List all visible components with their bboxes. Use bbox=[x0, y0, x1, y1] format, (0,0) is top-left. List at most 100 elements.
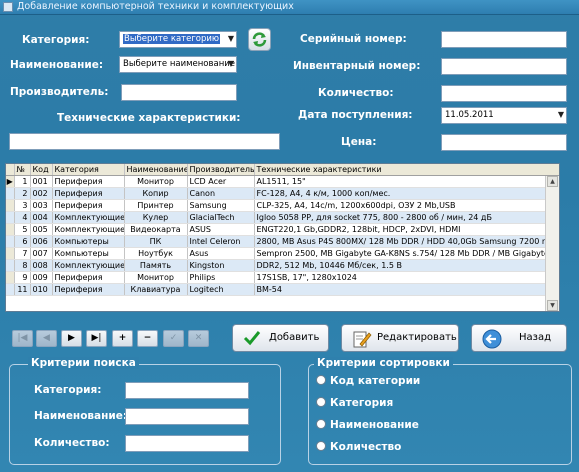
sort-option-category-code[interactable]: Код категории bbox=[316, 375, 420, 387]
table-cell[interactable]: Kingston bbox=[187, 259, 255, 272]
table-cell[interactable]: 009 bbox=[30, 271, 53, 284]
table-cell[interactable]: LCD Acer bbox=[187, 175, 255, 188]
nav-cancel-button[interactable]: ✕ bbox=[188, 330, 209, 347]
table-row[interactable]: 3 003 Периферия Принтер Samsung CLP-325,… bbox=[6, 199, 559, 212]
table-cell[interactable]: DDR2, 512 Mb, 10446 Мб/сек, 1.5 В bbox=[254, 259, 559, 272]
table-cell[interactable]: Кулер bbox=[124, 211, 188, 224]
table-cell[interactable]: Комплектующие bbox=[52, 259, 125, 272]
table-cell[interactable]: 004 bbox=[30, 211, 53, 224]
table-row[interactable]: 8 008 Комплектующие Память Kingston DDR2… bbox=[6, 259, 559, 272]
quantity-input[interactable] bbox=[441, 85, 567, 102]
table-cell[interactable]: 11 bbox=[14, 283, 31, 296]
nav-delete-button[interactable]: − bbox=[137, 330, 158, 347]
table-cell[interactable]: Периферия bbox=[52, 271, 125, 284]
table-cell[interactable]: 005 bbox=[30, 223, 53, 236]
table-cell[interactable]: 008 bbox=[30, 259, 53, 272]
equipment-grid[interactable]: № Код Категория Наименование Производите… bbox=[5, 163, 560, 312]
table-cell[interactable]: GlacialTech bbox=[187, 211, 255, 224]
table-cell[interactable]: CLP-325, A4, 14c/m, 1200x600dpi, ОЗУ 2 M… bbox=[254, 199, 559, 212]
table-cell[interactable]: Igloo 5058 PP, для socket 775, 800 - 280… bbox=[254, 211, 559, 224]
chevron-down-icon[interactable]: ▼ bbox=[228, 59, 234, 68]
table-cell[interactable]: Периферия bbox=[52, 199, 125, 212]
table-cell[interactable]: Память bbox=[124, 259, 188, 272]
table-row[interactable]: 2 002 Периферия Копир Canon FC-128, A4, … bbox=[6, 187, 559, 200]
edit-button[interactable]: Редактировать bbox=[341, 324, 459, 352]
table-cell[interactable]: Монитор bbox=[124, 271, 188, 284]
scroll-down-icon[interactable]: ▼ bbox=[547, 300, 558, 311]
table-cell[interactable]: Philips bbox=[187, 271, 255, 284]
table-cell[interactable]: Ноутбук bbox=[124, 247, 188, 260]
sort-option-quantity[interactable]: Количество bbox=[316, 441, 401, 453]
nav-prior-button[interactable]: ◀ bbox=[36, 330, 57, 347]
table-cell[interactable]: Logitech bbox=[187, 283, 255, 296]
table-cell[interactable]: 001 bbox=[30, 175, 53, 188]
name-combo[interactable]: Выберите наименование ▼ bbox=[119, 56, 237, 73]
table-cell[interactable]: Компьютеры bbox=[52, 235, 125, 248]
category-combo[interactable]: Выберите категорию ▼ bbox=[119, 31, 237, 48]
table-cell[interactable]: Компьютеры bbox=[52, 247, 125, 260]
table-cell[interactable]: AL1511, 15" bbox=[254, 175, 559, 188]
inventory-input[interactable] bbox=[441, 58, 567, 75]
column-header[interactable]: Наименование bbox=[124, 164, 188, 176]
radio-icon[interactable] bbox=[316, 397, 326, 407]
table-cell[interactable]: Периферия bbox=[52, 175, 125, 188]
nav-last-button[interactable]: ▶| bbox=[86, 330, 107, 347]
scroll-up-icon[interactable]: ▲ bbox=[547, 176, 558, 187]
table-cell[interactable]: Видеокарта bbox=[124, 223, 188, 236]
nav-first-button[interactable]: |◀ bbox=[12, 330, 33, 347]
refresh-button[interactable] bbox=[248, 28, 271, 51]
radio-icon[interactable] bbox=[316, 375, 326, 385]
table-cell[interactable]: Asus bbox=[187, 247, 255, 260]
table-cell[interactable]: Периферия bbox=[52, 283, 125, 296]
table-cell[interactable]: 6 bbox=[14, 235, 31, 248]
table-cell[interactable]: 007 bbox=[30, 247, 53, 260]
chevron-down-icon[interactable]: ▼ bbox=[228, 34, 234, 43]
chevron-down-icon[interactable]: ▼ bbox=[558, 110, 564, 119]
table-cell[interactable]: 5 bbox=[14, 223, 31, 236]
table-row[interactable]: 6 006 Компьютеры ПК Intel Celeron 2800, … bbox=[6, 235, 559, 248]
table-row[interactable]: 11 010 Периферия Клавиатура Logitech BM-… bbox=[6, 283, 559, 296]
table-row[interactable]: 7 007 Компьютеры Ноутбук Asus Sempron 25… bbox=[6, 247, 559, 260]
table-row[interactable]: 9 009 Периферия Монитор Philips 17S1SB, … bbox=[6, 271, 559, 284]
date-picker[interactable]: 11.05.2011 ▼ bbox=[441, 107, 567, 124]
table-cell[interactable]: BM-54 bbox=[254, 283, 559, 296]
price-input[interactable] bbox=[441, 134, 567, 151]
nav-post-button[interactable]: ✓ bbox=[163, 330, 184, 347]
add-button[interactable]: Добавить bbox=[232, 324, 329, 352]
table-cell[interactable]: 2 bbox=[14, 187, 31, 200]
nav-next-button[interactable]: ▶ bbox=[61, 330, 82, 347]
table-cell[interactable]: Комплектующие bbox=[52, 211, 125, 224]
sort-option-name[interactable]: Наименование bbox=[316, 419, 419, 431]
table-cell[interactable]: 2800, MB Asus P4S 800MX/ 128 Mb DDR / HD… bbox=[254, 235, 559, 248]
back-button[interactable]: Назад bbox=[471, 324, 567, 352]
column-header[interactable]: Технические характеристики bbox=[254, 164, 559, 176]
table-cell[interactable]: 003 bbox=[30, 199, 53, 212]
radio-icon[interactable] bbox=[316, 419, 326, 429]
table-cell[interactable]: Комплектующие bbox=[52, 223, 125, 236]
sort-option-category[interactable]: Категория bbox=[316, 397, 393, 409]
table-cell[interactable]: FC-128, A4, 4 к/м, 1000 коп/мес. bbox=[254, 187, 559, 200]
table-cell[interactable]: 8 bbox=[14, 259, 31, 272]
grid-vertical-scrollbar[interactable]: ▲ ▼ bbox=[545, 176, 559, 311]
radio-icon[interactable] bbox=[316, 441, 326, 451]
search-category-input[interactable] bbox=[125, 382, 249, 399]
table-cell[interactable]: Sempron 2500, MB Gigabyte GA-K8NS s.754/… bbox=[254, 247, 559, 260]
column-header[interactable]: Код bbox=[30, 164, 53, 176]
table-cell[interactable]: 7 bbox=[14, 247, 31, 260]
table-cell[interactable]: Принтер bbox=[124, 199, 188, 212]
serial-input[interactable] bbox=[441, 31, 567, 48]
nav-insert-button[interactable]: + bbox=[112, 330, 133, 347]
table-cell[interactable]: Samsung bbox=[187, 199, 255, 212]
manufacturer-input[interactable] bbox=[121, 84, 237, 101]
table-cell[interactable]: Intel Celeron bbox=[187, 235, 255, 248]
table-cell[interactable]: ПК bbox=[124, 235, 188, 248]
table-cell[interactable]: 006 bbox=[30, 235, 53, 248]
column-header[interactable]: Производитель bbox=[187, 164, 255, 176]
search-quantity-input[interactable] bbox=[125, 435, 249, 452]
table-cell[interactable]: ASUS bbox=[187, 223, 255, 236]
table-cell[interactable]: 3 bbox=[14, 199, 31, 212]
column-header[interactable]: Категория bbox=[52, 164, 125, 176]
table-cell[interactable]: 4 bbox=[14, 211, 31, 224]
table-cell[interactable]: 9 bbox=[14, 271, 31, 284]
search-name-input[interactable] bbox=[125, 408, 249, 425]
